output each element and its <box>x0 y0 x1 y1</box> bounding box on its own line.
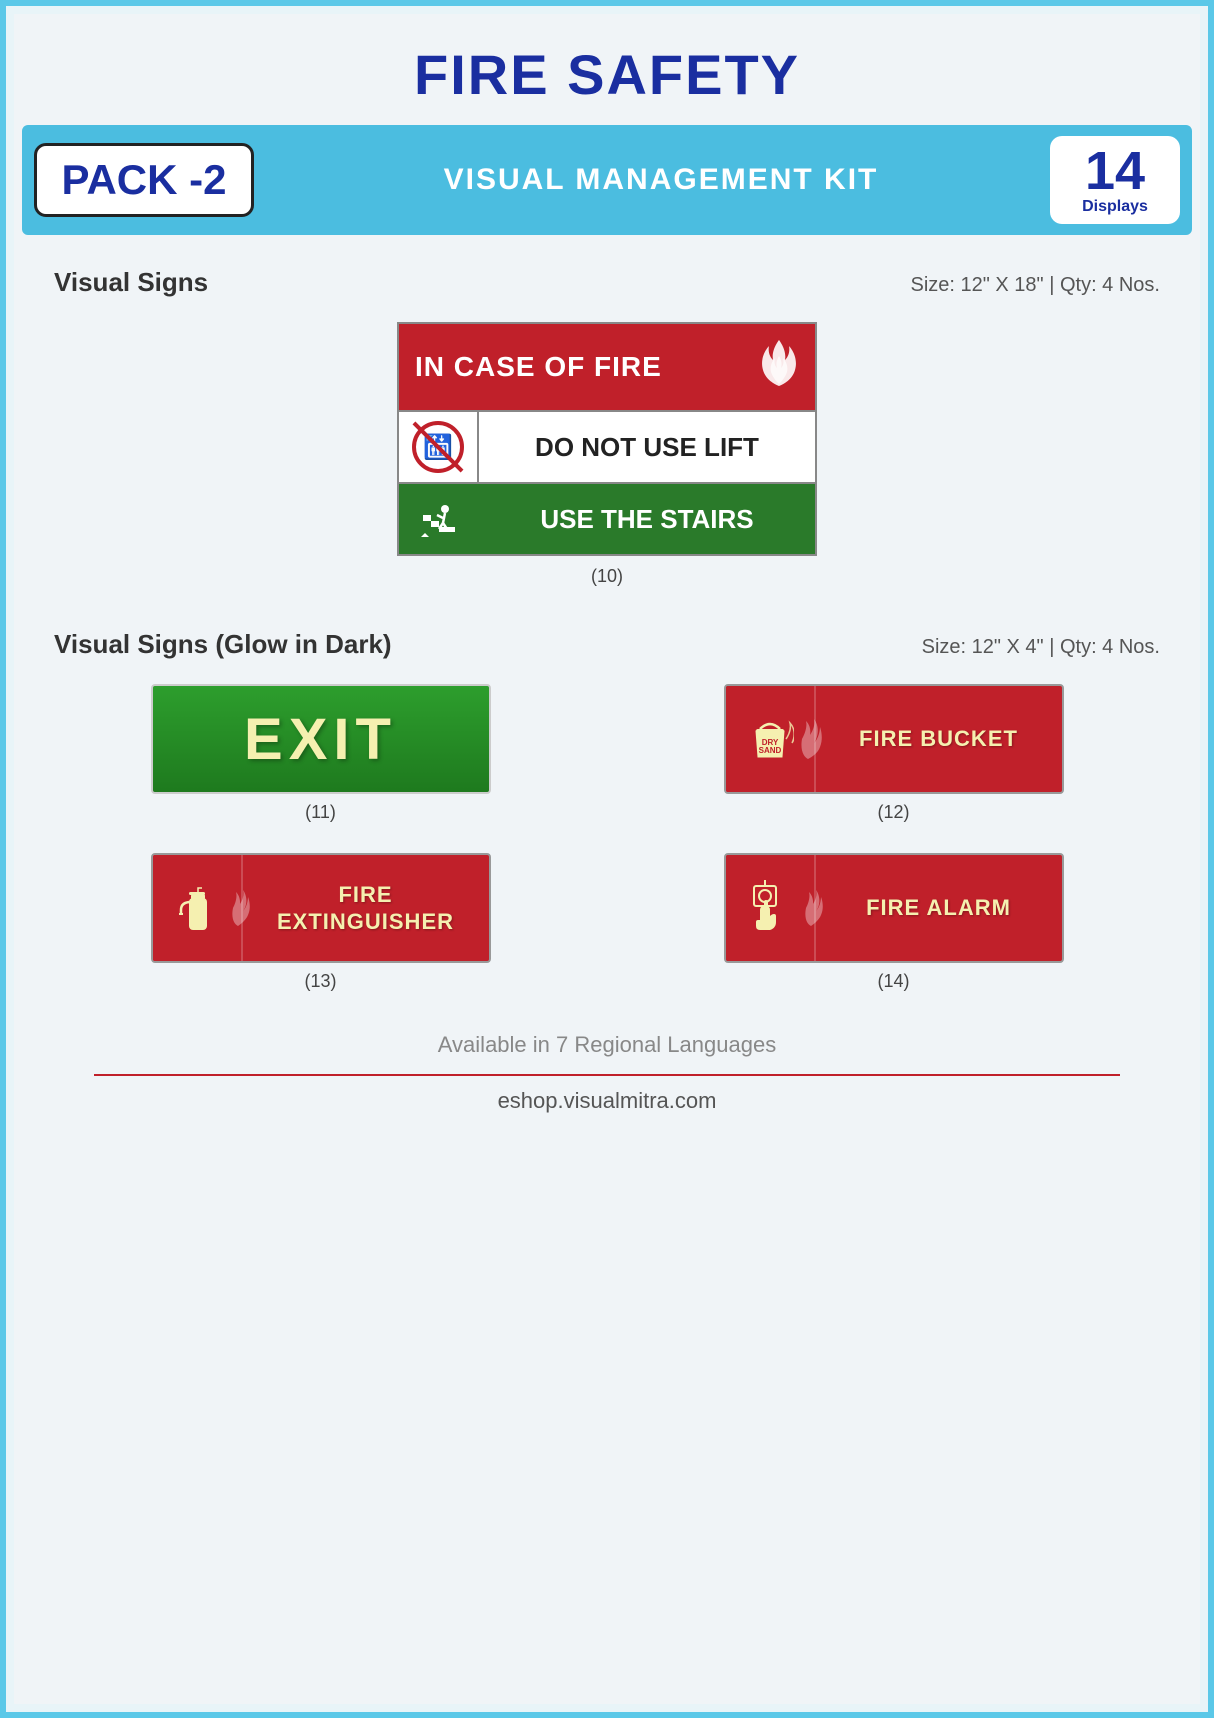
bucket-icon-part: DRY SAND <box>726 686 816 792</box>
displays-label: Displays <box>1074 198 1156 216</box>
footer-langs: Available in 7 Regional Languages <box>34 1032 1180 1058</box>
sign10-bottom-text: USE THE STAIRS <box>479 490 815 549</box>
sign10-caption: (10) <box>591 566 623 587</box>
extinguisher-icon-part <box>153 855 243 961</box>
pack-label: PACK -2 <box>34 143 254 217</box>
extinguisher-label: FIREEXTINGUISHER <box>277 881 454 936</box>
stairs-icon <box>399 484 479 554</box>
fire-sign-10: IN CASE OF FIRE 🛗 DO N <box>397 322 817 556</box>
sign11-caption: (11) <box>305 802 336 823</box>
sign-10-container: IN CASE OF FIRE 🛗 DO N <box>357 322 857 587</box>
bucket-label: FIRE BUCKET <box>859 725 1018 753</box>
lift-symbol: 🛗 <box>423 433 453 462</box>
sign10-top: IN CASE OF FIRE <box>399 324 815 410</box>
extinguisher-text-part: FIREEXTINGUISHER <box>243 855 489 961</box>
sign10-middle-text: DO NOT USE LIFT <box>479 418 815 477</box>
footer-url: eshop.visualmitra.com <box>34 1088 1180 1114</box>
fire-flame-icon <box>759 338 799 396</box>
sign12-caption: (12) <box>877 802 909 823</box>
sign-11-cell: EXIT (11) <box>54 684 587 823</box>
section2-title: Visual Signs (Glow in Dark) <box>54 629 392 660</box>
sign10-top-text: IN CASE OF FIRE <box>415 351 662 383</box>
signs-grid: EXIT (11) DRY SAND <box>54 684 1160 992</box>
no-lift-icon: 🛗 <box>399 412 479 482</box>
page-title: FIRE SAFETY <box>34 42 1180 107</box>
displays-number: 14 <box>1074 144 1156 198</box>
sign-12-cell: DRY SAND FIRE BUCKET <box>627 684 1160 823</box>
section1-title: Visual Signs <box>54 267 208 298</box>
section-glow-signs: Visual Signs (Glow in Dark) Size: 12" X … <box>14 597 1200 1002</box>
sign10-middle: 🛗 DO NOT USE LIFT <box>399 410 815 484</box>
pack-banner: PACK -2 VISUAL MANAGEMENT KIT 14 Display… <box>22 125 1192 235</box>
footer-divider <box>94 1074 1120 1076</box>
section1-meta: Size: 12" X 18" | Qty: 4 Nos. <box>910 274 1160 297</box>
pack-subtitle: VISUAL MANAGEMENT KIT <box>272 163 1050 197</box>
footer: Available in 7 Regional Languages eshop.… <box>14 1002 1200 1124</box>
bucket-text-part: FIRE BUCKET <box>816 686 1062 792</box>
alarm-label: FIRE ALARM <box>866 894 1011 922</box>
fire-alarm-sign: FIRE ALARM <box>724 853 1064 963</box>
sign14-caption: (14) <box>877 971 909 992</box>
section-visual-signs: Visual Signs Size: 12" X 18" | Qty: 4 No… <box>14 235 1200 597</box>
fire-bucket-sign: DRY SAND FIRE BUCKET <box>724 684 1064 794</box>
displays-box: 14 Displays <box>1050 136 1180 224</box>
sign13-caption: (13) <box>304 971 336 992</box>
header: FIRE SAFETY <box>14 14 1200 125</box>
section2-meta: Size: 12" X 4" | Qty: 4 Nos. <box>922 636 1160 659</box>
exit-sign: EXIT <box>151 684 491 794</box>
svg-text:SAND: SAND <box>758 746 781 755</box>
section1-header: Visual Signs Size: 12" X 18" | Qty: 4 No… <box>54 267 1160 298</box>
section2-header: Visual Signs (Glow in Dark) Size: 12" X … <box>54 629 1160 660</box>
sign-14-cell: FIRE ALARM (14) <box>627 853 1160 992</box>
exit-text: EXIT <box>244 706 397 773</box>
no-lift-circle: 🛗 <box>412 421 464 473</box>
fire-extinguisher-sign: FIREEXTINGUISHER <box>151 853 491 963</box>
sign-13-cell: FIREEXTINGUISHER (13) <box>54 853 587 992</box>
sign10-bottom: USE THE STAIRS <box>399 484 815 554</box>
alarm-icon-part <box>726 855 816 961</box>
alarm-text-part: FIRE ALARM <box>816 855 1062 961</box>
